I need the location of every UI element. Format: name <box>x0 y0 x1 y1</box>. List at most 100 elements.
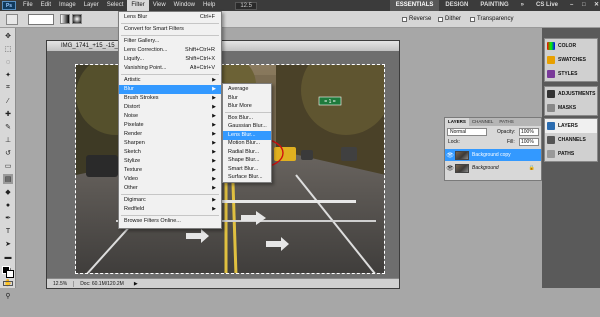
clone-stamp-tool-icon[interactable]: ⊥ <box>3 135 13 145</box>
close-button[interactable]: ✕ <box>588 0 600 11</box>
zoom-level-dropdown[interactable]: 12.5 <box>235 1 258 10</box>
filter-menu-item[interactable]: Brush Strokes ▶ <box>119 94 221 103</box>
crop-tool-icon[interactable]: ⌗ <box>3 83 13 93</box>
styles-panel-tab[interactable]: STYLES <box>545 67 597 81</box>
checkbox-icon <box>438 16 443 22</box>
paths-panel-tab[interactable]: PATHS <box>545 147 597 161</box>
color-panel-tab[interactable]: COLOR <box>545 39 597 53</box>
menu-window[interactable]: Window <box>170 0 199 11</box>
magic-wand-tool-icon[interactable]: ✦ <box>3 70 13 80</box>
filter-menu-item[interactable]: Stylize ▶ <box>119 157 221 166</box>
maximize-button[interactable]: □ <box>576 0 588 11</box>
filter-menu-item[interactable]: Liquify... Shift+Ctrl+X <box>119 55 221 64</box>
adjustments-panel-tab[interactable]: ADJUSTMENTS <box>545 87 597 101</box>
workspace-more-button[interactable]: » <box>515 0 530 11</box>
filter-menu-item[interactable]: Lens Blur Ctrl+F <box>119 13 221 22</box>
blend-mode-select[interactable]: Normal <box>447 128 487 136</box>
workspace-essentials[interactable]: ESSENTIALS <box>389 0 440 11</box>
minimize-button[interactable]: – <box>564 0 576 11</box>
gradient-tool-icon[interactable] <box>6 14 18 25</box>
dodge-tool-icon[interactable]: ● <box>3 200 13 210</box>
eraser-tool-icon[interactable]: ▭ <box>3 161 13 171</box>
healing-brush-tool-icon[interactable]: ✚ <box>3 109 13 119</box>
status-arrow-icon[interactable]: ▶ <box>134 281 138 287</box>
zoom-percent[interactable]: 12.5% <box>47 280 75 287</box>
menu-separator <box>121 23 219 24</box>
swatches-panel-tab[interactable]: SWATCHES <box>545 53 597 67</box>
filter-menu-item[interactable]: Redfield ▶ <box>119 205 221 214</box>
filter-menu-item[interactable]: Convert for Smart Filters <box>119 25 221 34</box>
filter-menu-item[interactable]: Filter Gallery... <box>119 37 221 46</box>
blur-menu-item[interactable]: Blur More <box>223 102 271 111</box>
path-selection-tool-icon[interactable]: ➤ <box>3 239 13 249</box>
menu-file[interactable]: File <box>19 0 37 11</box>
history-brush-tool-icon[interactable]: ↺ <box>3 148 13 158</box>
eyedropper-tool-icon[interactable]: ⁄ <box>3 96 13 106</box>
reverse-checkbox[interactable]: Reverse <box>402 16 431 22</box>
menu-image[interactable]: Image <box>55 0 80 11</box>
masks-panel-tab[interactable]: MASKS <box>545 101 597 115</box>
menu-item-label: Convert for Smart Filters <box>124 26 184 32</box>
tab-channels[interactable]: CHANNEL <box>469 118 497 126</box>
transparency-checkbox[interactable]: Transparency <box>470 16 513 22</box>
filter-menu-item[interactable]: Sharpen ▶ <box>119 139 221 148</box>
quick-mask-icon[interactable] <box>3 281 13 286</box>
layer-row-background-copy[interactable]: 👁 Background copy <box>445 149 541 161</box>
blur-menu-item[interactable]: Surface Blur... <box>223 173 271 182</box>
document-size[interactable]: Doc: 60.1M/120.2M <box>74 281 130 287</box>
filter-menu-item[interactable]: Artistic ▶ <box>119 76 221 85</box>
filter-menu-item[interactable]: Distort ▶ <box>119 103 221 112</box>
brush-tool-icon[interactable]: ✎ <box>3 122 13 132</box>
dither-checkbox[interactable]: Dither <box>438 16 461 22</box>
blur-tool-icon[interactable]: ◆ <box>3 187 13 197</box>
workspace-painting[interactable]: PAINTING <box>474 0 514 11</box>
layers-panel-tab[interactable]: LAYERS <box>545 119 597 133</box>
shape-tool-icon[interactable]: ▬ <box>3 252 13 262</box>
marquee-tool-icon[interactable]: ⬚ <box>3 44 13 54</box>
filter-menu-item[interactable]: Noise ▶ <box>119 112 221 121</box>
menu-item-label: Browse Filters Online... <box>124 218 181 224</box>
opacity-field[interactable]: 100% <box>519 128 539 136</box>
gradient-picker[interactable] <box>28 14 54 25</box>
filter-menu-item[interactable]: Browse Filters Online... <box>119 217 221 226</box>
background-color-swatch[interactable] <box>6 270 14 278</box>
fill-field[interactable]: 100% <box>519 138 539 146</box>
filter-menu-item[interactable]: Pixelate ▶ <box>119 121 221 130</box>
filter-menu-item[interactable]: Texture ▶ <box>119 166 221 175</box>
lasso-tool-icon[interactable]: ◌ <box>3 57 13 67</box>
filter-menu-item[interactable]: Blur ▶ <box>119 85 221 94</box>
linear-gradient-icon[interactable] <box>60 14 70 24</box>
tab-paths[interactable]: PATHS <box>496 118 516 126</box>
channels-panel-tab[interactable]: CHANNELS <box>545 133 597 147</box>
menu-help[interactable]: Help <box>199 0 219 11</box>
gradient-tool-icon[interactable]: ▤ <box>3 174 13 184</box>
menu-view[interactable]: View <box>149 0 170 11</box>
type-tool-icon[interactable]: T <box>3 226 13 236</box>
visibility-eye-icon[interactable]: 👁 <box>445 152 455 159</box>
radial-gradient-icon[interactable] <box>72 14 82 24</box>
cs-live-button[interactable]: CS Live <box>530 0 564 11</box>
workspace-design[interactable]: DESIGN <box>439 0 474 11</box>
menu-layer[interactable]: Layer <box>80 0 103 11</box>
menu-filter[interactable]: Filter <box>127 0 149 11</box>
filter-menu-item[interactable]: Vanishing Point... Alt+Ctrl+V <box>119 64 221 73</box>
visibility-eye-icon[interactable]: 👁 <box>445 165 455 172</box>
pen-tool-icon[interactable]: ✒ <box>3 213 13 223</box>
filter-menu-item[interactable]: Render ▶ <box>119 130 221 139</box>
filter-menu-item[interactable]: Lens Correction... Shift+Ctrl+R <box>119 46 221 55</box>
menu-select[interactable]: Select <box>103 0 128 11</box>
tab-layers[interactable]: LAYERS <box>445 118 469 126</box>
zoom-tool-icon[interactable]: ⚲ <box>3 291 13 301</box>
submenu-arrow-icon: ▶ <box>212 104 216 110</box>
document-title-tab[interactable]: IMG_1741_+15_-15_Ima <box>47 41 399 51</box>
filter-menu-item[interactable]: Other ▶ <box>119 184 221 193</box>
filter-menu-item[interactable]: Video ▶ <box>119 175 221 184</box>
filter-menu-item[interactable]: Sketch ▶ <box>119 148 221 157</box>
menu-edit[interactable]: Edit <box>37 0 55 11</box>
menu-item-shortcut: Shift+Ctrl+X <box>185 56 215 62</box>
move-tool-icon[interactable]: ✥ <box>3 31 13 41</box>
menu-item-label: Noise <box>124 113 139 119</box>
layer-row-background[interactable]: 👁 Background 🔒 <box>445 162 541 174</box>
submenu-arrow-icon: ▶ <box>212 176 216 182</box>
filter-menu-item[interactable]: Digimarc ▶ <box>119 196 221 205</box>
